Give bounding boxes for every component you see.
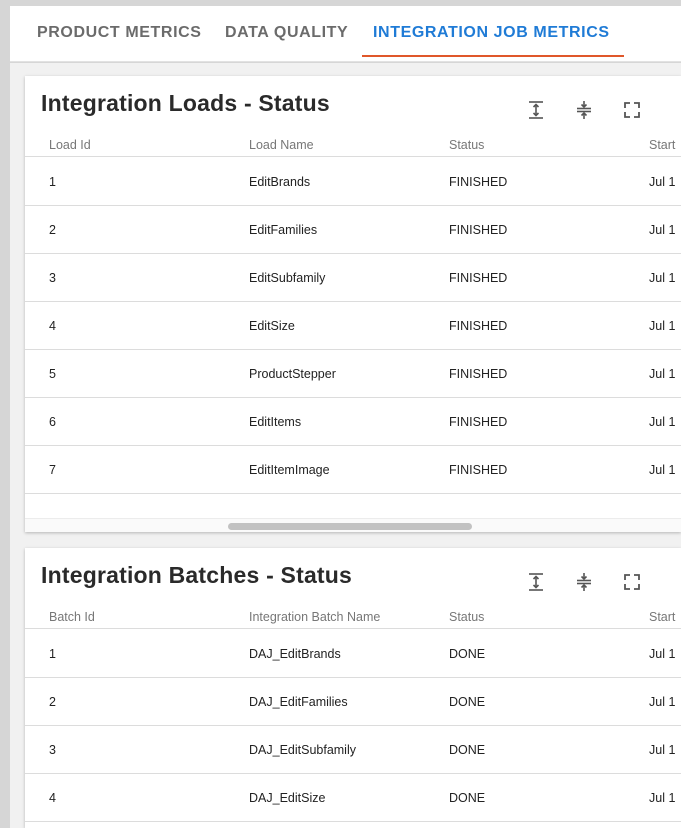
id-cell: 2 [49,223,56,237]
status-cell: DONE [449,647,486,661]
horizontal-scrollbar[interactable] [25,518,681,532]
fullscreen-icon[interactable] [620,570,644,594]
status-cell: FINISHED [449,415,508,429]
column-header-start[interactable]: Start [649,610,681,624]
table-row[interactable]: 3 DAJ_EditSubfamily DONE Jul 1 [25,726,681,774]
expand-rows-icon[interactable] [524,98,548,122]
start-cell: Jul 1 [649,319,676,333]
start-cell: Jul 1 [649,791,676,805]
status-cell: DONE [449,695,486,709]
status-cell: DONE [449,743,486,757]
column-header-start[interactable]: Start [649,138,681,152]
status-cell: FINISHED [449,367,508,381]
tab-product-metrics[interactable]: PRODUCT METRICS [37,6,202,56]
status-cell: FINISHED [449,175,508,189]
collapse-rows-icon[interactable] [572,98,596,122]
collapse-rows-icon[interactable] [572,570,596,594]
active-tab-indicator [362,55,624,57]
table-row[interactable]: 1 DAJ_EditBrands DONE Jul 1 [25,630,681,678]
main-content: Integration Loads - Status Load Id Load … [10,63,681,828]
scrollbar-thumb[interactable] [228,523,472,530]
id-cell: 6 [49,415,56,429]
column-header-load-id[interactable]: Load Id [49,138,229,152]
name-cell: EditItemImage [249,463,330,477]
id-cell: 1 [49,647,56,661]
expand-rows-icon[interactable] [524,570,548,594]
column-header-status[interactable]: Status [449,138,629,152]
name-cell: EditSubfamily [249,271,326,285]
name-cell: EditSize [249,319,295,333]
table-header: Batch Id Integration Batch Name Status S… [25,609,681,629]
table-row[interactable]: 1 EditBrands FINISHED Jul 1 [25,158,681,206]
table-row[interactable]: 4 DAJ_EditSize DONE Jul 1 [25,774,681,822]
start-cell: Jul 1 [649,223,676,237]
status-cell: FINISHED [449,223,508,237]
table-row[interactable]: 3 EditSubfamily FINISHED Jul 1 [25,254,681,302]
column-header-batch-id[interactable]: Batch Id [49,610,229,624]
start-cell: Jul 1 [649,463,676,477]
name-cell: ProductStepper [249,367,336,381]
table-row[interactable]: 4 EditSize FINISHED Jul 1 [25,302,681,350]
name-cell: DAJ_EditSize [249,791,326,805]
start-cell: Jul 1 [649,415,676,429]
name-cell: DAJ_EditBrands [249,647,341,661]
id-cell: 1 [49,175,56,189]
fullscreen-icon[interactable] [620,98,644,122]
status-cell: FINISHED [449,463,508,477]
status-cell: DONE [449,791,486,805]
integration-loads-card: Integration Loads - Status Load Id Load … [25,76,681,532]
column-header-batch-name[interactable]: Integration Batch Name [249,610,439,624]
name-cell: EditBrands [249,175,311,189]
card-title: Integration Batches - Status [41,562,353,588]
name-cell: EditFamilies [249,223,318,237]
start-cell: Jul 1 [649,743,676,757]
table-row[interactable]: 7 EditItemImage FINISHED Jul 1 [25,446,681,494]
start-cell: Jul 1 [649,695,676,709]
column-header-status[interactable]: Status [449,610,629,624]
start-cell: Jul 1 [649,367,676,381]
name-cell: DAJ_EditSubfamily [249,743,356,757]
id-cell: 3 [49,271,56,285]
status-cell: FINISHED [449,319,508,333]
table-row[interactable]: 6 EditItems FINISHED Jul 1 [25,398,681,446]
start-cell: Jul 1 [649,647,676,661]
table-row[interactable]: 2 DAJ_EditFamilies DONE Jul 1 [25,678,681,726]
tab-data-quality[interactable]: DATA QUALITY [225,6,348,56]
id-cell: 7 [49,463,56,477]
tab-bar: PRODUCT METRICS DATA QUALITY INTEGRATION… [10,6,681,62]
name-cell: EditItems [249,415,302,429]
tab-integration-job-metrics[interactable]: INTEGRATION JOB METRICS [373,6,610,56]
start-cell: Jul 1 [649,271,676,285]
id-cell: 4 [49,319,56,333]
card-title: Integration Loads - Status [41,90,330,116]
status-cell: FINISHED [449,271,508,285]
table-row[interactable]: 2 EditFamilies FINISHED Jul 1 [25,206,681,254]
integration-batches-card: Integration Batches - Status Batch Id In… [25,548,681,828]
table-row[interactable]: 5 ProductStepper FINISHED Jul 1 [25,350,681,398]
id-cell: 5 [49,367,56,381]
id-cell: 3 [49,743,56,757]
table-header: Load Id Load Name Status Start [25,137,681,157]
id-cell: 4 [49,791,56,805]
name-cell: DAJ_EditFamilies [249,695,348,709]
column-header-load-name[interactable]: Load Name [249,138,439,152]
id-cell: 2 [49,695,56,709]
start-cell: Jul 1 [649,175,676,189]
